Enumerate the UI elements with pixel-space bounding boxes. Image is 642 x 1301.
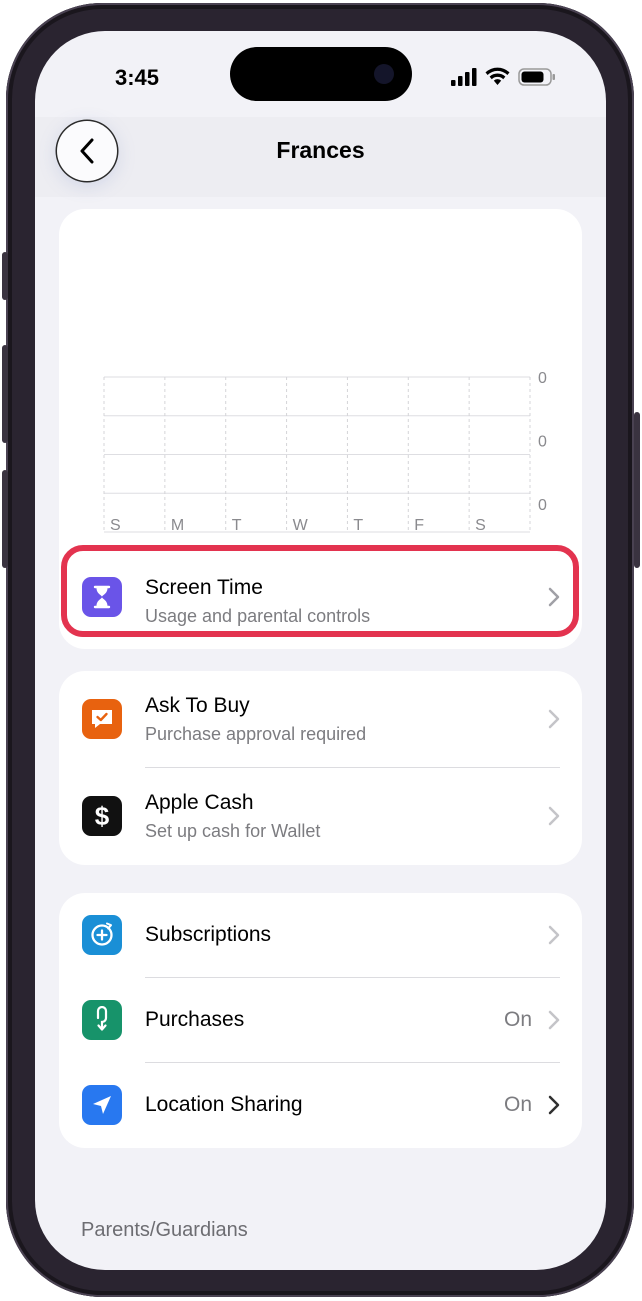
location-arrow-icon bbox=[93, 1096, 111, 1114]
screen-time-subtitle: Usage and parental controls bbox=[145, 606, 371, 626]
battery-icon bbox=[518, 67, 555, 86]
chart-y-tick-label: 0 bbox=[538, 370, 547, 387]
purchases-icon bbox=[96, 1006, 108, 1031]
chart-x-tick-label: T bbox=[232, 517, 242, 534]
apple-cash-subtitle: Set up cash for Wallet bbox=[145, 821, 321, 841]
side-button-power bbox=[634, 412, 640, 568]
chart-x-tick-label: F bbox=[414, 517, 424, 534]
settings-group-2: Subscriptions Purchases On Location Shar… bbox=[59, 893, 582, 1148]
status-icons bbox=[451, 67, 556, 86]
screen-time-row[interactable]: Screen Time Usage and parental controls bbox=[59, 549, 582, 646]
side-button-volume-up bbox=[2, 345, 8, 443]
chevron-right-icon bbox=[548, 925, 560, 945]
chevron-right-icon bbox=[548, 1010, 560, 1030]
location-sharing-value: On bbox=[503, 1093, 532, 1116]
location-sharing-title: Location Sharing bbox=[145, 1093, 303, 1116]
usage-chart-card: S M T W T F S 0 0 0 Screen Time Usage and parenta… bbox=[59, 209, 582, 649]
screen-time-tile bbox=[82, 577, 122, 617]
status-time: 3:45 bbox=[115, 65, 160, 90]
dollar-icon: $ bbox=[95, 801, 110, 831]
ask-to-buy-icon bbox=[92, 710, 112, 728]
chart-x-tick-label: M bbox=[171, 517, 184, 534]
chevron-right-icon bbox=[548, 1095, 560, 1115]
ask-to-buy-tile bbox=[82, 699, 122, 739]
side-button-action bbox=[2, 252, 8, 300]
screen: 3:45 Frances S M T W T F S 0 0 0 Screen … bbox=[35, 31, 606, 1270]
chevron-right-icon bbox=[548, 806, 560, 826]
chart-x-tick-label: T bbox=[353, 517, 363, 534]
chart-y-tick-label: 0 bbox=[538, 434, 547, 451]
chevron-right-icon bbox=[548, 709, 560, 729]
purchases-tile bbox=[82, 1000, 122, 1040]
screen-time-title: Screen Time bbox=[145, 576, 263, 599]
navigation-bar: Frances bbox=[35, 117, 606, 197]
wifi-icon bbox=[485, 67, 510, 85]
location-sharing-row[interactable]: Location Sharing On bbox=[59, 1063, 582, 1148]
hourglass-icon bbox=[93, 585, 111, 609]
svg-text:$: $ bbox=[95, 801, 110, 831]
subscriptions-tile bbox=[82, 915, 122, 955]
cellular-signal-icon bbox=[451, 67, 477, 86]
chart-x-tick-label: W bbox=[293, 517, 309, 534]
camera-icon bbox=[374, 64, 394, 84]
location-sharing-tile bbox=[82, 1085, 122, 1125]
settings-group-1: Ask To Buy Purchase approval required $ … bbox=[59, 671, 582, 865]
apple-cash-row[interactable]: $ Apple Cash Set up cash for Wallet bbox=[59, 768, 582, 865]
chart-x-tick-label: S bbox=[110, 517, 121, 534]
apple-cash-tile: $ bbox=[82, 796, 122, 836]
ask-to-buy-subtitle: Purchase approval required bbox=[145, 724, 367, 744]
dynamic-island bbox=[230, 47, 412, 101]
subscriptions-title: Subscriptions bbox=[145, 923, 272, 946]
chart-y-tick-label: 0 bbox=[538, 497, 547, 514]
page-title: Frances bbox=[276, 137, 365, 163]
status-bar: 3:45 bbox=[35, 31, 606, 117]
subscriptions-row[interactable]: Subscriptions bbox=[59, 893, 582, 978]
purchases-title: Purchases bbox=[145, 1008, 245, 1031]
chart-x-tick-label: S bbox=[475, 517, 486, 534]
section-header-parents-guardians: Parents/Guardians bbox=[81, 1219, 248, 1241]
ask-to-buy-title: Ask To Buy bbox=[145, 694, 250, 717]
purchases-row[interactable]: Purchases On bbox=[59, 978, 582, 1063]
subscriptions-icon bbox=[91, 922, 113, 946]
chevron-right-icon bbox=[548, 587, 560, 607]
usage-chart: S M T W T F S 0 0 0 bbox=[103, 370, 547, 534]
purchases-value: On bbox=[503, 1008, 532, 1031]
apple-cash-title: Apple Cash bbox=[145, 791, 254, 814]
ask-to-buy-row[interactable]: Ask To Buy Purchase approval required bbox=[59, 671, 582, 768]
side-button-volume-down bbox=[2, 470, 8, 568]
